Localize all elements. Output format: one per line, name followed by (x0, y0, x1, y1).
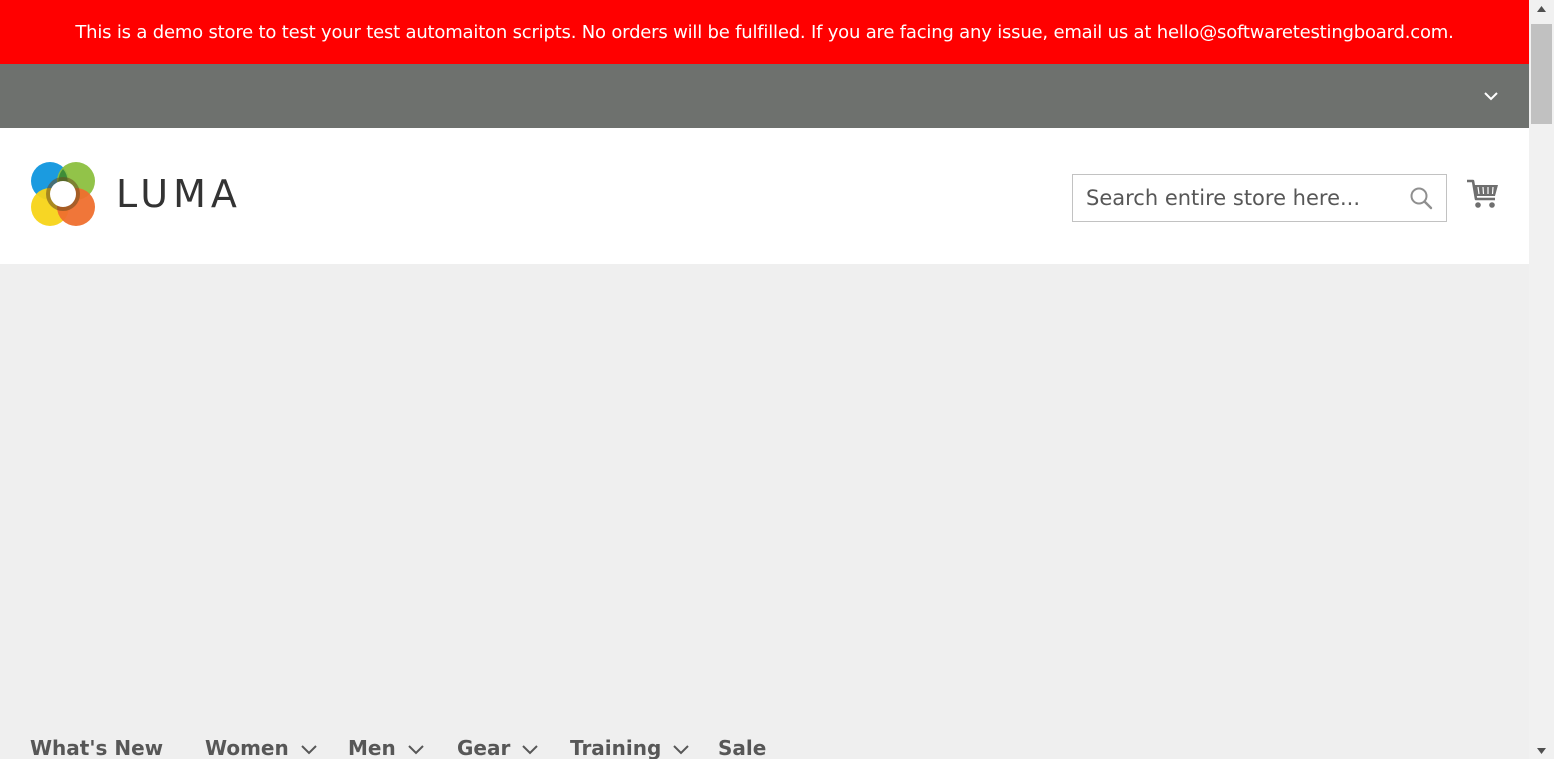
chevron-down-icon (301, 736, 317, 759)
nav-item-women[interactable]: Women (205, 736, 317, 759)
nav-label: Gear (457, 736, 511, 759)
chevron-down-icon (408, 736, 424, 759)
site-header: LUMA (0, 128, 1529, 264)
scrollbar-thumb[interactable] (1531, 24, 1552, 124)
search-form (1072, 174, 1447, 222)
nav-label: Sale (718, 736, 767, 759)
page: This is a demo store to test your test a… (0, 0, 1529, 759)
nav-label: What's New (30, 736, 164, 759)
scroll-down-arrow-icon[interactable] (1529, 742, 1554, 759)
shopping-cart-icon[interactable] (1465, 176, 1501, 212)
demo-notice-banner: This is a demo store to test your test a… (0, 0, 1529, 64)
search-icon[interactable] (1396, 175, 1446, 221)
main-navigation: What's New Women Men Gear Training Sale (0, 728, 1529, 759)
nav-item-men[interactable]: Men (348, 736, 424, 759)
luma-logo-icon (31, 162, 95, 226)
scroll-up-arrow-icon[interactable] (1529, 0, 1554, 17)
chevron-down-icon (522, 736, 539, 759)
chevron-down-icon (673, 736, 690, 759)
header-panel-bar (0, 64, 1529, 128)
logo-link[interactable]: LUMA (30, 160, 270, 228)
nav-item-training[interactable]: Training (570, 736, 690, 759)
search-input[interactable] (1073, 175, 1396, 221)
nav-item-gear[interactable]: Gear (457, 736, 539, 759)
logo-text: LUMA (116, 172, 242, 216)
nav-item-sale[interactable]: Sale (718, 736, 766, 759)
demo-notice-text: This is a demo store to test your test a… (75, 21, 1454, 43)
nav-item-whats-new[interactable]: What's New (30, 736, 163, 759)
nav-label: Men (348, 736, 396, 759)
nav-label: Women (205, 736, 289, 759)
nav-label: Training (570, 736, 662, 759)
vertical-scrollbar[interactable] (1529, 0, 1554, 759)
chevron-down-icon[interactable] (1481, 86, 1501, 106)
